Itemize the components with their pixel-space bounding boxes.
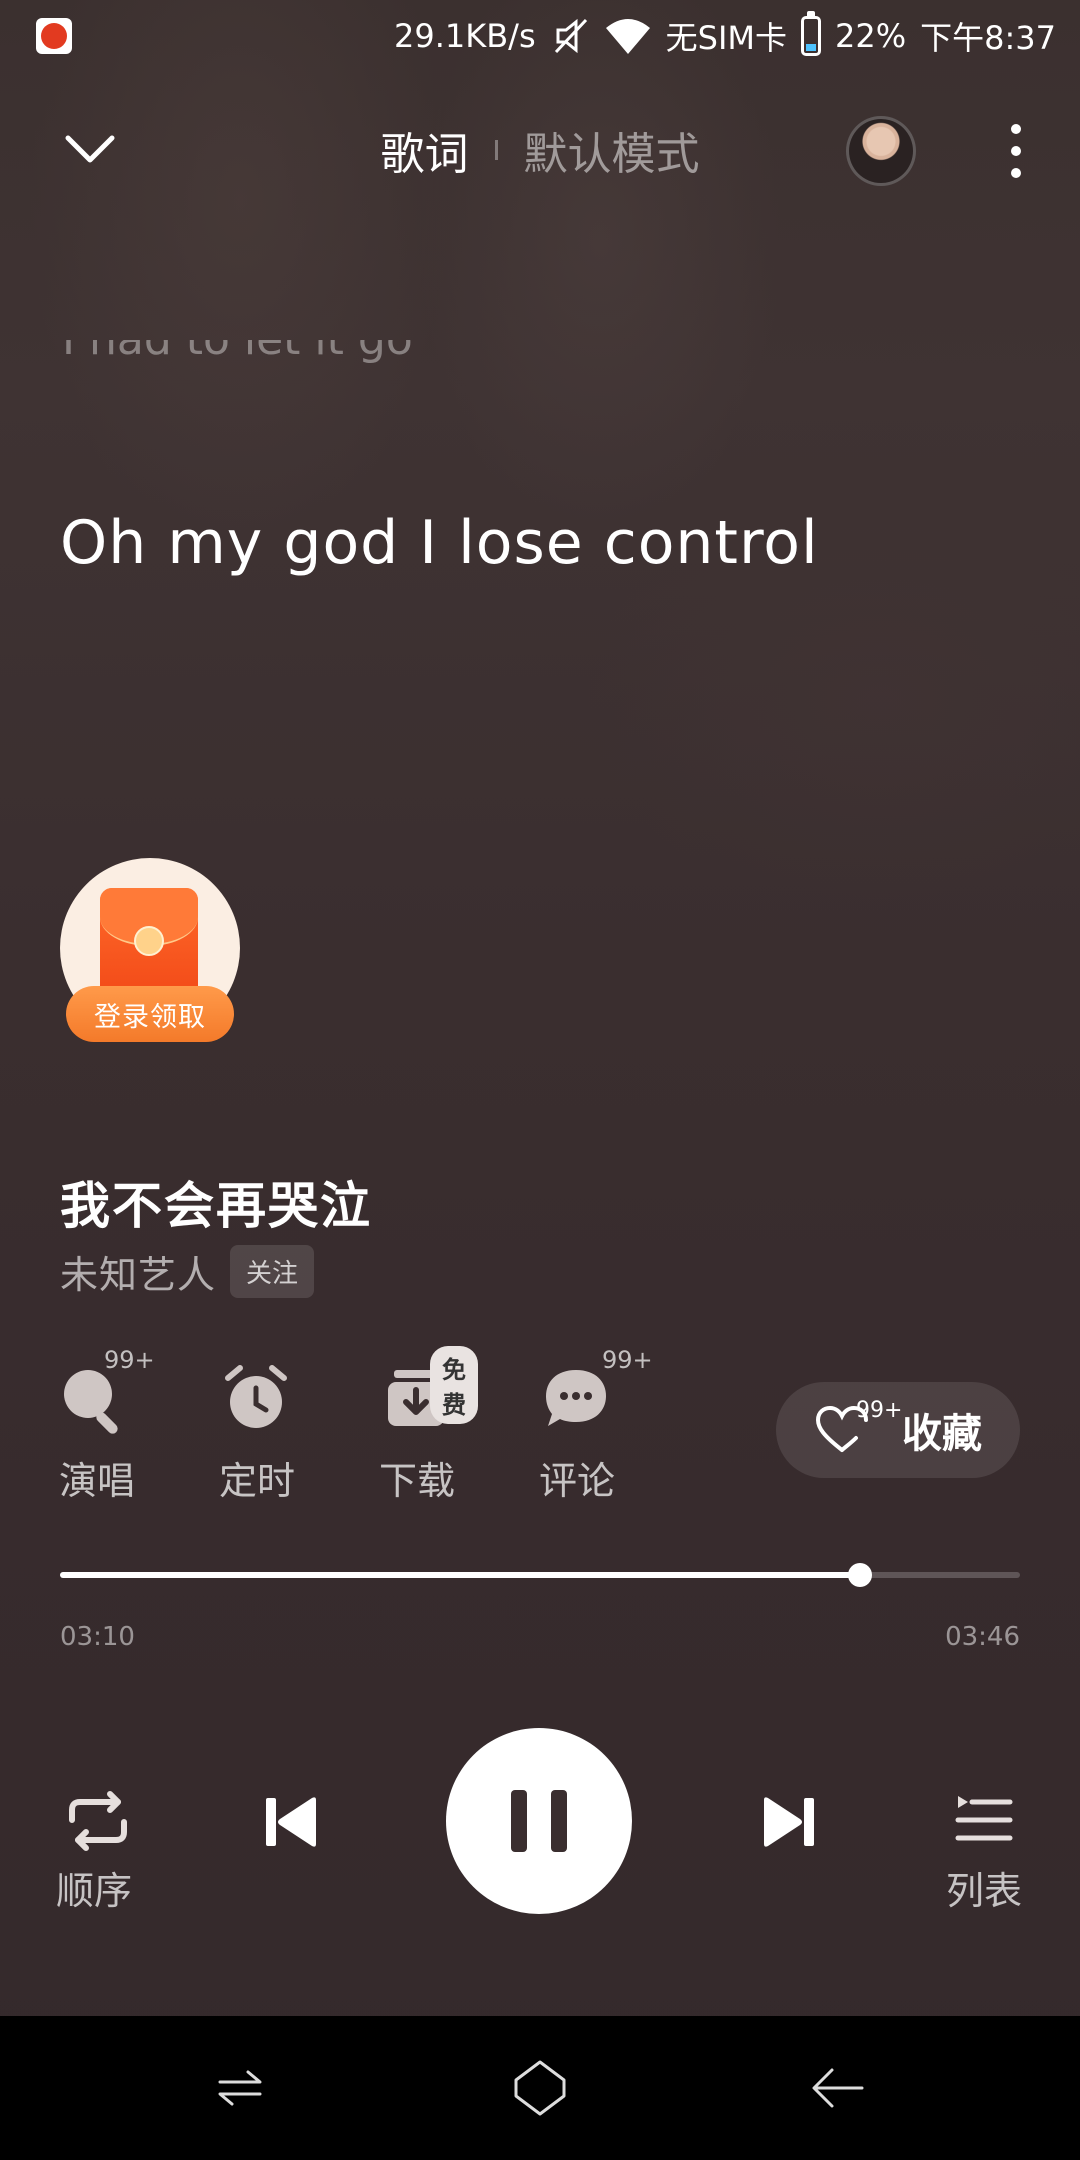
playlist-button[interactable] — [954, 1790, 1014, 1850]
avatar[interactable] — [846, 116, 916, 186]
sing-label: 演唱 — [58, 1459, 135, 1503]
status-bar: 29.1KB/s 无SIM卡 22% 下午8:37 — [0, 0, 1080, 72]
next-button[interactable] — [758, 1792, 818, 1852]
home-button[interactable] — [510, 2058, 570, 2118]
tab-lyrics[interactable]: 歌词 — [381, 118, 469, 182]
app-notification-icon — [36, 18, 72, 54]
sim-status: 无SIM卡 — [665, 19, 787, 57]
sing-button[interactable]: 99+ 演唱 — [42, 1346, 155, 1503]
previous-button[interactable] — [262, 1792, 322, 1852]
switch-app-button[interactable] — [210, 2058, 270, 2118]
follow-button[interactable]: 关注 — [230, 1245, 315, 1298]
more-vertical-icon — [1011, 124, 1021, 134]
alarm-clock-icon — [225, 1365, 287, 1428]
total-time: 03:46 — [945, 1622, 1020, 1652]
tab-divider — [494, 140, 498, 160]
battery-icon — [801, 11, 821, 56]
playlist-icon — [955, 1796, 1013, 1841]
download-button[interactable]: 免费 下载 — [362, 1346, 478, 1503]
net-speed: 29.1KB/s — [393, 17, 536, 55]
mute-icon — [550, 16, 590, 56]
previous-icon — [266, 1797, 316, 1847]
progress-thumb[interactable] — [847, 1563, 872, 1587]
battery-level — [806, 43, 816, 51]
back-button[interactable] — [808, 2058, 868, 2118]
wifi-icon — [604, 16, 652, 56]
more-button[interactable] — [1004, 124, 1028, 178]
comment-count: 99+ — [602, 1346, 653, 1374]
progress-bar[interactable] — [60, 1563, 1020, 1587]
player-header: 歌词 默认模式 — [0, 110, 1080, 190]
free-badge: 免费 — [430, 1346, 478, 1424]
next-icon — [764, 1797, 814, 1847]
lyric-current-line[interactable]: Oh my god I lose control — [60, 508, 819, 578]
favorite-count: 99+ — [856, 1398, 903, 1423]
favorite-button[interactable]: 99+ 收藏 — [776, 1382, 1020, 1478]
login-reward-label: 登录领取 — [66, 986, 234, 1042]
clock: 下午8:37 — [920, 19, 1056, 57]
progress-fill — [60, 1572, 860, 1578]
timer-label: 定时 — [218, 1459, 295, 1503]
lyric-previous-line[interactable]: I had to let it go — [62, 340, 762, 394]
timer-button[interactable]: 定时 — [202, 1360, 312, 1503]
home-icon — [514, 2060, 566, 2116]
battery-percent: 22% — [835, 17, 907, 55]
login-reward-button[interactable]: 登录领取 — [58, 858, 242, 1046]
system-nav-bar — [0, 2016, 1080, 2160]
artist-name[interactable]: 未知艺人 — [60, 1244, 216, 1299]
repeat-mode-button[interactable] — [58, 1786, 138, 1856]
song-title: 我不会再哭泣 — [60, 1177, 372, 1235]
sing-count: 99+ — [104, 1346, 155, 1374]
comment-label: 评论 — [538, 1459, 615, 1503]
favorite-label: 收藏 — [902, 1411, 982, 1457]
download-label: 下载 — [378, 1459, 455, 1503]
repeat-icon — [69, 1791, 127, 1851]
tab-default-mode[interactable]: 默认模式 — [524, 118, 700, 182]
switch-arrows-icon — [218, 2070, 262, 2106]
back-arrow-icon — [812, 2068, 864, 2108]
playlist-label: 列表 — [946, 1869, 1023, 1913]
pause-button[interactable] — [446, 1728, 632, 1914]
repeat-mode-label: 顺序 — [56, 1869, 133, 1913]
artist-row: 未知艺人 关注 — [60, 1244, 315, 1299]
pause-icon — [511, 1790, 527, 1852]
comment-button[interactable]: 99+ 评论 — [522, 1346, 653, 1503]
view-tabs: 歌词 默认模式 — [0, 118, 1080, 182]
current-time: 03:10 — [60, 1622, 135, 1652]
